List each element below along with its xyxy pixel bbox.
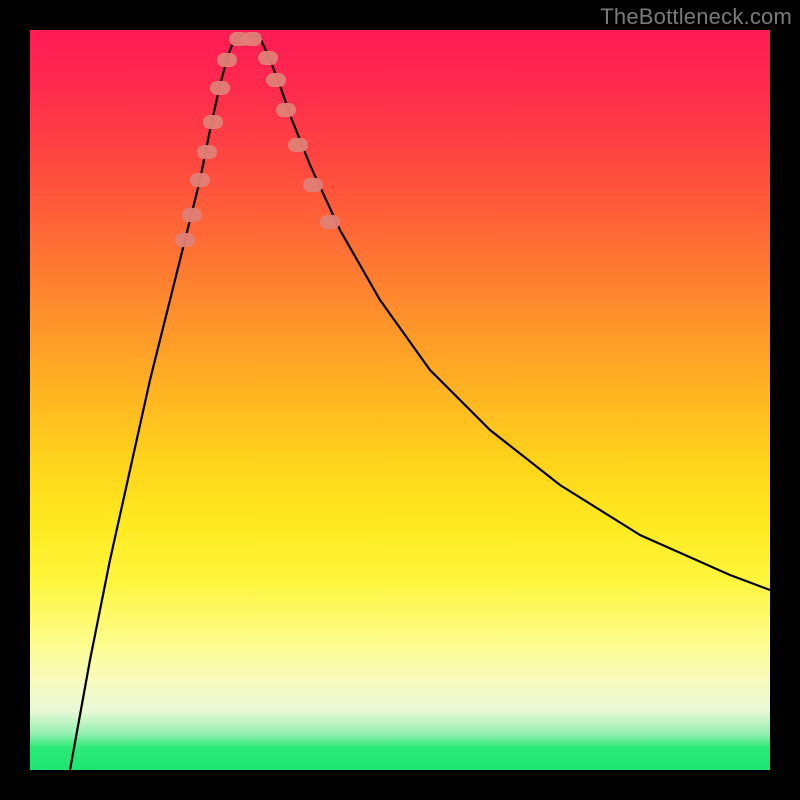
markers-group [175,32,340,247]
data-marker [203,115,223,129]
data-marker [320,215,340,229]
data-marker [182,208,202,222]
data-marker [217,53,237,67]
curve-plot [30,30,770,770]
plot-frame [30,30,770,770]
data-marker [242,32,262,46]
right-branch-path [260,38,770,590]
data-marker [276,103,296,117]
data-marker [175,233,195,247]
data-marker [258,51,278,65]
watermark-text: TheBottleneck.com [600,4,792,30]
data-marker [303,178,323,192]
data-marker [266,73,286,87]
data-marker [210,81,230,95]
curve-group [70,36,770,770]
data-marker [190,173,210,187]
data-marker [197,145,217,159]
data-marker [288,138,308,152]
